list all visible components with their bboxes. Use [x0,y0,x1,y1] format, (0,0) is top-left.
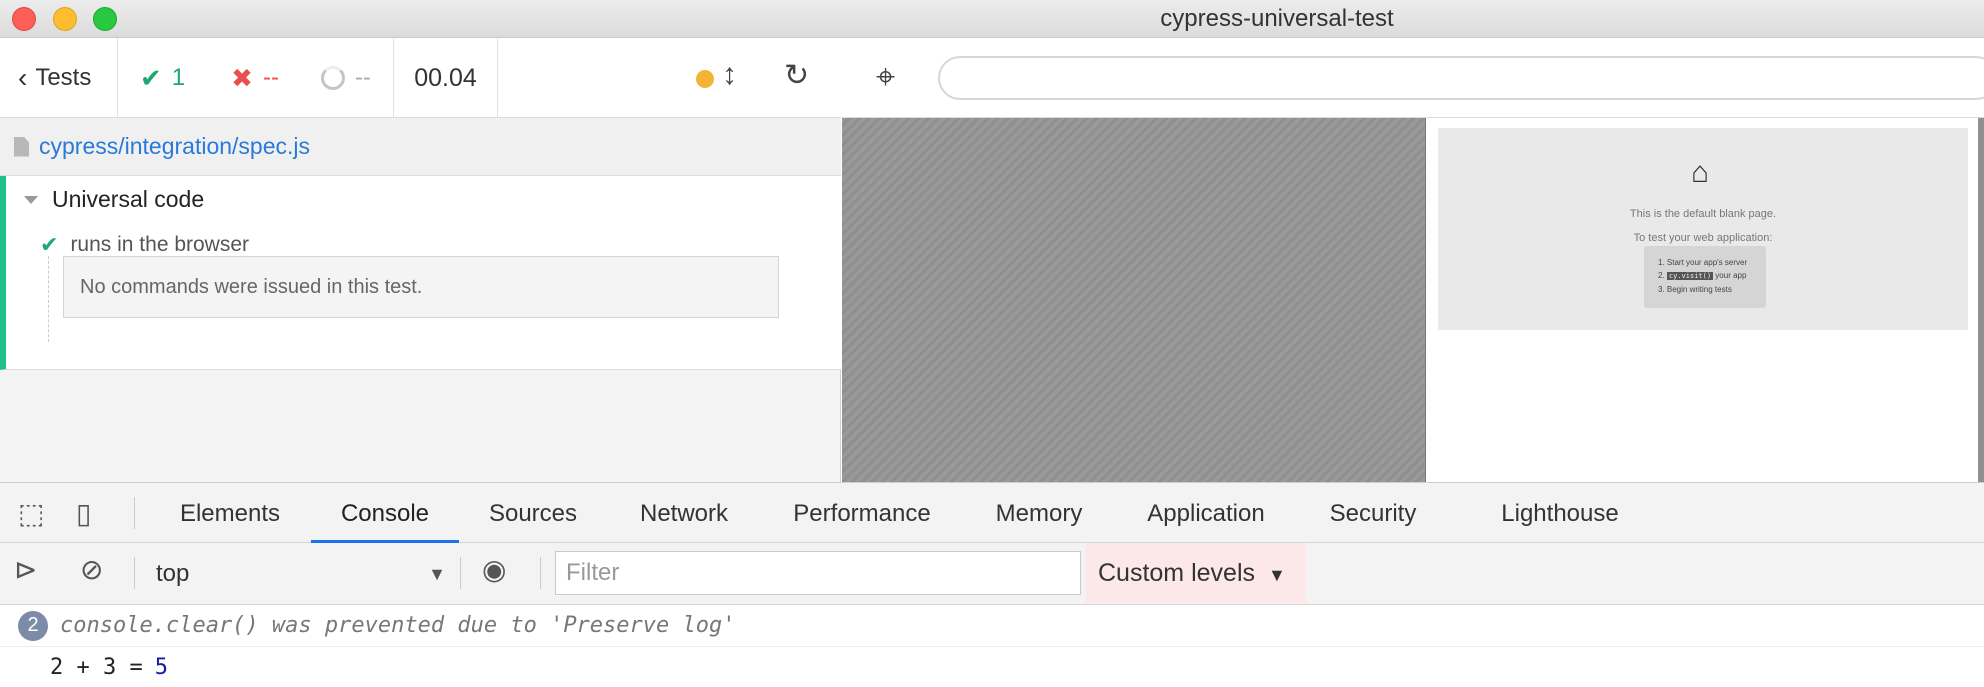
tab-elements[interactable]: Elements [162,483,298,543]
file-icon [14,136,29,157]
aut-header: ⌖ [842,38,1984,118]
default-blank-page: ⌂ This is the default blank page. To tes… [1438,128,1968,330]
clear-console-icon[interactable]: ⊘ [80,553,103,586]
aut-preview-area: ⌂ This is the default blank page. To tes… [842,118,1984,482]
context-select[interactable]: top ▼ [156,553,446,595]
check-icon: ✔ [140,62,162,93]
window-titlebar: cypress-universal-test [0,0,1984,38]
toggle-sidebar-icon[interactable]: ⊳ [14,553,37,586]
reporter-controls: ↕ ↻ [498,38,841,118]
running-status-dot [696,70,714,88]
console-message-text: console.clear() was prevented due to 'Pr… [60,613,736,638]
suite-universal-code: Universal code ✔ runs in the browser No … [0,176,841,370]
log-expression: 2 + 3 = [50,654,143,680]
dropdown-arrow-icon: ▼ [1267,565,1286,585]
pending-count: -- [354,64,371,91]
console-log-line: 2 + 3 = 5 [0,647,1984,687]
dropdown-arrow-icon: ▼ [428,564,446,584]
aut-scroll-edge [1978,118,1984,482]
pending-spinner-icon [320,66,345,90]
console-toolbar: ⊳ ⊘ top ▼ ◉ Filter Custom levels ▼ [0,543,1984,605]
tab-console[interactable]: Console [311,483,459,543]
url-input[interactable] [938,56,1984,100]
tab-application[interactable]: Application [1126,483,1286,543]
step-2: 2. cy.visit() your app [1658,271,1747,280]
selector-playground-icon[interactable]: ⌖ [876,58,895,97]
auto-scroll-toggle-icon[interactable]: ↕ [722,58,737,92]
separator [540,557,541,589]
blank-page-line1: This is the default blank page. [1629,208,1777,220]
separator [460,557,461,589]
separator [134,497,135,529]
repeat-count-badge: 2 [18,610,48,641]
cy-visit-code: cy.visit() [1666,272,1714,280]
tab-memory[interactable]: Memory [978,483,1100,543]
chevron-left-icon: ‹ [18,62,28,93]
reporter-panel: ‹ Tests ✔ 1 ✖ -- -- 00.04 ↕ ↻ cypress/in… [0,38,841,482]
suite-header[interactable]: Universal code [24,186,204,213]
home-icon: ⌂ [1691,156,1710,189]
levels-label: Custom levels [1098,559,1255,587]
commands-area: No commands were issued in this test. [48,256,796,342]
failed-count: -- [262,64,279,91]
devtools-tabbar: ⬚ ▯ Elements Console Sources Network Per… [0,483,1984,543]
log-result: 5 [154,654,168,680]
device-toolbar-icon[interactable]: ▯ [76,497,91,530]
step-1: 1. Start your app's server [1658,258,1748,267]
devtools-panel: ⬚ ▯ Elements Console Sources Network Per… [0,482,1984,686]
tab-lighthouse[interactable]: Lighthouse [1480,483,1640,543]
spec-file-bar: cypress/integration/spec.js [0,118,841,176]
tab-performance[interactable]: Performance [772,483,952,543]
test-stats: ✔ 1 ✖ -- -- [118,38,394,118]
separator [134,557,135,589]
tests-back-label: Tests [35,64,92,91]
collapse-triangle-icon [24,195,38,204]
filter-input[interactable]: Filter [555,551,1081,595]
tab-network[interactable]: Network [618,483,750,543]
context-value: top [156,560,190,587]
step-3: 3. Begin writing tests [1658,285,1732,294]
suite-title: Universal code [52,186,205,212]
inspect-element-icon[interactable]: ⬚ [18,497,44,530]
x-icon: ✖ [231,62,253,93]
passed-stat: ✔ 1 [140,63,185,94]
blank-page-line2: To test your web application: [1633,232,1773,244]
no-commands-message: No commands were issued in this test. [63,256,779,318]
custom-levels-dropdown[interactable]: Custom levels ▼ [1086,543,1306,603]
tab-security[interactable]: Security [1310,483,1436,543]
test-title: runs in the browser [70,233,250,256]
spec-file-link[interactable]: cypress/integration/spec.js [39,133,310,160]
check-icon: ✔ [40,232,59,257]
duration: 00.04 [394,38,498,118]
tests-back-button[interactable]: ‹ Tests [0,38,118,118]
pending-stat: -- [320,64,371,92]
window-title: cypress-universal-test [1160,5,1394,32]
reporter-header: ‹ Tests ✔ 1 ✖ -- -- 00.04 ↕ ↻ [0,38,841,118]
passed-count: 1 [171,64,186,91]
blank-page-steps: 1. Start your app's server 2. cy.visit()… [1644,246,1766,308]
live-expression-eye-icon[interactable]: ◉ [482,553,506,586]
console-message: 2 console.clear() was prevented due to '… [0,605,1984,647]
test-runs-in-browser[interactable]: ✔ runs in the browser [40,232,249,258]
rerun-tests-icon[interactable]: ↻ [784,58,809,93]
tab-sources[interactable]: Sources [468,483,598,543]
aut-iframe: ⌂ This is the default blank page. To tes… [1425,118,1978,482]
failed-stat: ✖ -- [231,63,279,94]
